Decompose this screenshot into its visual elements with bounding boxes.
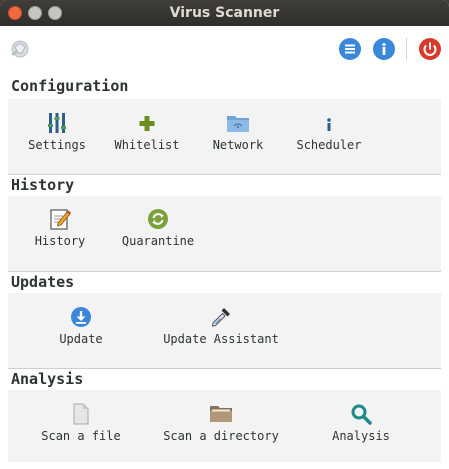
history-divider bbox=[8, 174, 441, 175]
whitelist-label: Whitelist bbox=[114, 138, 180, 152]
folder-icon bbox=[158, 403, 284, 425]
title-bar: Virus Scanner bbox=[0, 0, 449, 26]
power-icon[interactable] bbox=[419, 38, 441, 60]
network-folder-icon bbox=[203, 112, 273, 134]
history-button[interactable]: History bbox=[25, 208, 95, 248]
scanner-logo-icon bbox=[9, 38, 31, 60]
sliders-icon bbox=[22, 112, 92, 134]
edit-document-icon bbox=[25, 208, 95, 230]
quarantine-label: Quarantine bbox=[121, 234, 195, 248]
history-section-title: History bbox=[11, 176, 75, 194]
whitelist-button[interactable]: Whitelist bbox=[112, 112, 182, 152]
configuration-section-title: Configuration bbox=[11, 77, 129, 95]
refresh-icon bbox=[115, 208, 201, 230]
update-label: Update bbox=[59, 332, 103, 346]
file-icon bbox=[34, 403, 128, 425]
toolbar-divider bbox=[406, 38, 407, 60]
info-small-icon bbox=[294, 112, 364, 134]
quarantine-button[interactable]: Quarantine bbox=[115, 208, 201, 248]
scan-directory-label: Scan a directory bbox=[163, 429, 279, 443]
update-assistant-label: Update Assistant bbox=[163, 332, 279, 346]
dropper-icon bbox=[160, 306, 282, 328]
network-label: Network bbox=[212, 138, 264, 152]
analysis-button[interactable]: Analysis bbox=[322, 403, 400, 443]
analysis-label: Analysis bbox=[332, 429, 390, 443]
settings-button[interactable]: Settings bbox=[22, 112, 92, 152]
settings-label: Settings bbox=[28, 138, 86, 152]
update-assistant-button[interactable]: Update Assistant bbox=[160, 306, 282, 346]
analysis-section-title: Analysis bbox=[11, 370, 84, 388]
scan-file-label: Scan a file bbox=[41, 429, 121, 443]
info-icon[interactable] bbox=[373, 38, 395, 60]
updates-section-title: Updates bbox=[11, 273, 75, 291]
scan-directory-button[interactable]: Scan a directory bbox=[158, 403, 284, 443]
scheduler-label: Scheduler bbox=[296, 138, 362, 152]
download-icon bbox=[46, 306, 116, 328]
plus-icon bbox=[112, 112, 182, 134]
menu-icon[interactable] bbox=[339, 38, 361, 60]
network-button[interactable]: Network bbox=[203, 112, 273, 152]
window-title: Virus Scanner bbox=[169, 5, 280, 21]
analysis-divider bbox=[8, 368, 441, 369]
update-button[interactable]: Update bbox=[46, 306, 116, 346]
updates-divider bbox=[8, 271, 441, 272]
history-label: History bbox=[34, 234, 86, 248]
scheduler-button[interactable]: Scheduler bbox=[294, 112, 364, 152]
scan-file-button[interactable]: Scan a file bbox=[34, 403, 128, 443]
virus-scanner-window: Virus Scanner Configuration Settings Whi… bbox=[0, 0, 449, 469]
main-content: Configuration Settings Whitelist Network… bbox=[0, 26, 449, 469]
magnifier-icon bbox=[322, 403, 400, 425]
